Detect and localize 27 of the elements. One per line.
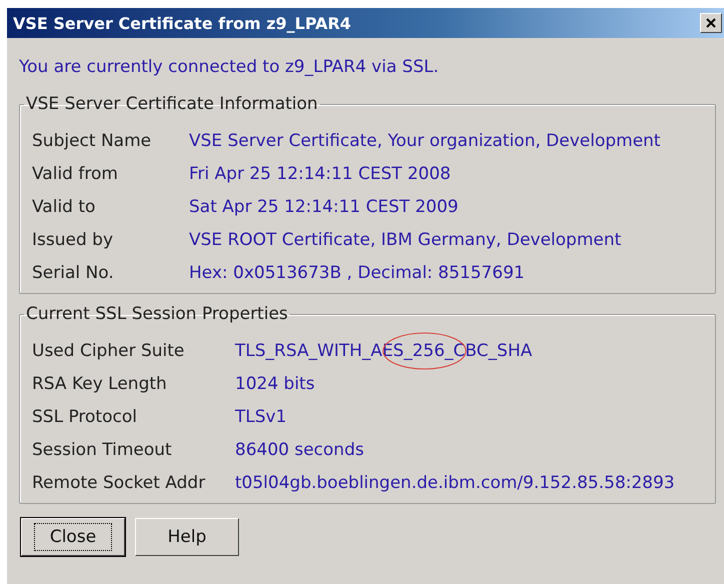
field-label: Issued by: [32, 230, 114, 250]
field-value: TLSv1: [235, 406, 287, 426]
field-value: Fri Apr 25 12:14:11 CEST 2008: [189, 164, 451, 184]
field-value: Sat Apr 25 12:14:11 CEST 2009: [189, 196, 458, 216]
field-label: Serial No.: [32, 262, 115, 282]
field-label: Valid to: [32, 196, 96, 216]
field-value: 1024 bits: [235, 374, 315, 394]
field-label: Session Timeout: [32, 440, 173, 460]
field-label: RSA Key Length: [32, 374, 168, 394]
dialog-button[interactable]: Close: [21, 518, 125, 556]
window-title: VSE Server Certificate from z9_LPAR4: [13, 14, 352, 32]
close-icon: [705, 17, 717, 29]
field-value: VSE Server Certificate, Your organization, Development: [189, 130, 660, 150]
dialog-button[interactable]: Help: [135, 518, 239, 556]
field-value: Hex: 0x0513673B , Decimal: 85157691: [189, 262, 525, 282]
field-label: Valid from: [32, 164, 119, 184]
field-label: Used Cipher Suite: [32, 340, 186, 360]
field-label: Remote Socket Addr: [32, 472, 206, 492]
field-value: VSE ROOT Certificate, IBM Germany, Development: [189, 230, 622, 250]
group-title: Current SSL Session Properties: [25, 304, 289, 324]
connection-message: You are currently connected to z9_LPAR4 via SSL.: [19, 56, 440, 79]
field-label: Subject Name: [32, 130, 152, 150]
field-value: t05l04gb.boeblingen.de.ibm.com/9.152.85.58:2893: [235, 472, 675, 492]
close-button[interactable]: [700, 13, 722, 33]
field-label: SSL Protocol: [32, 406, 138, 426]
group-title: VSE Server Certificate Information: [25, 94, 319, 114]
field-value: 86400 seconds: [235, 440, 364, 460]
